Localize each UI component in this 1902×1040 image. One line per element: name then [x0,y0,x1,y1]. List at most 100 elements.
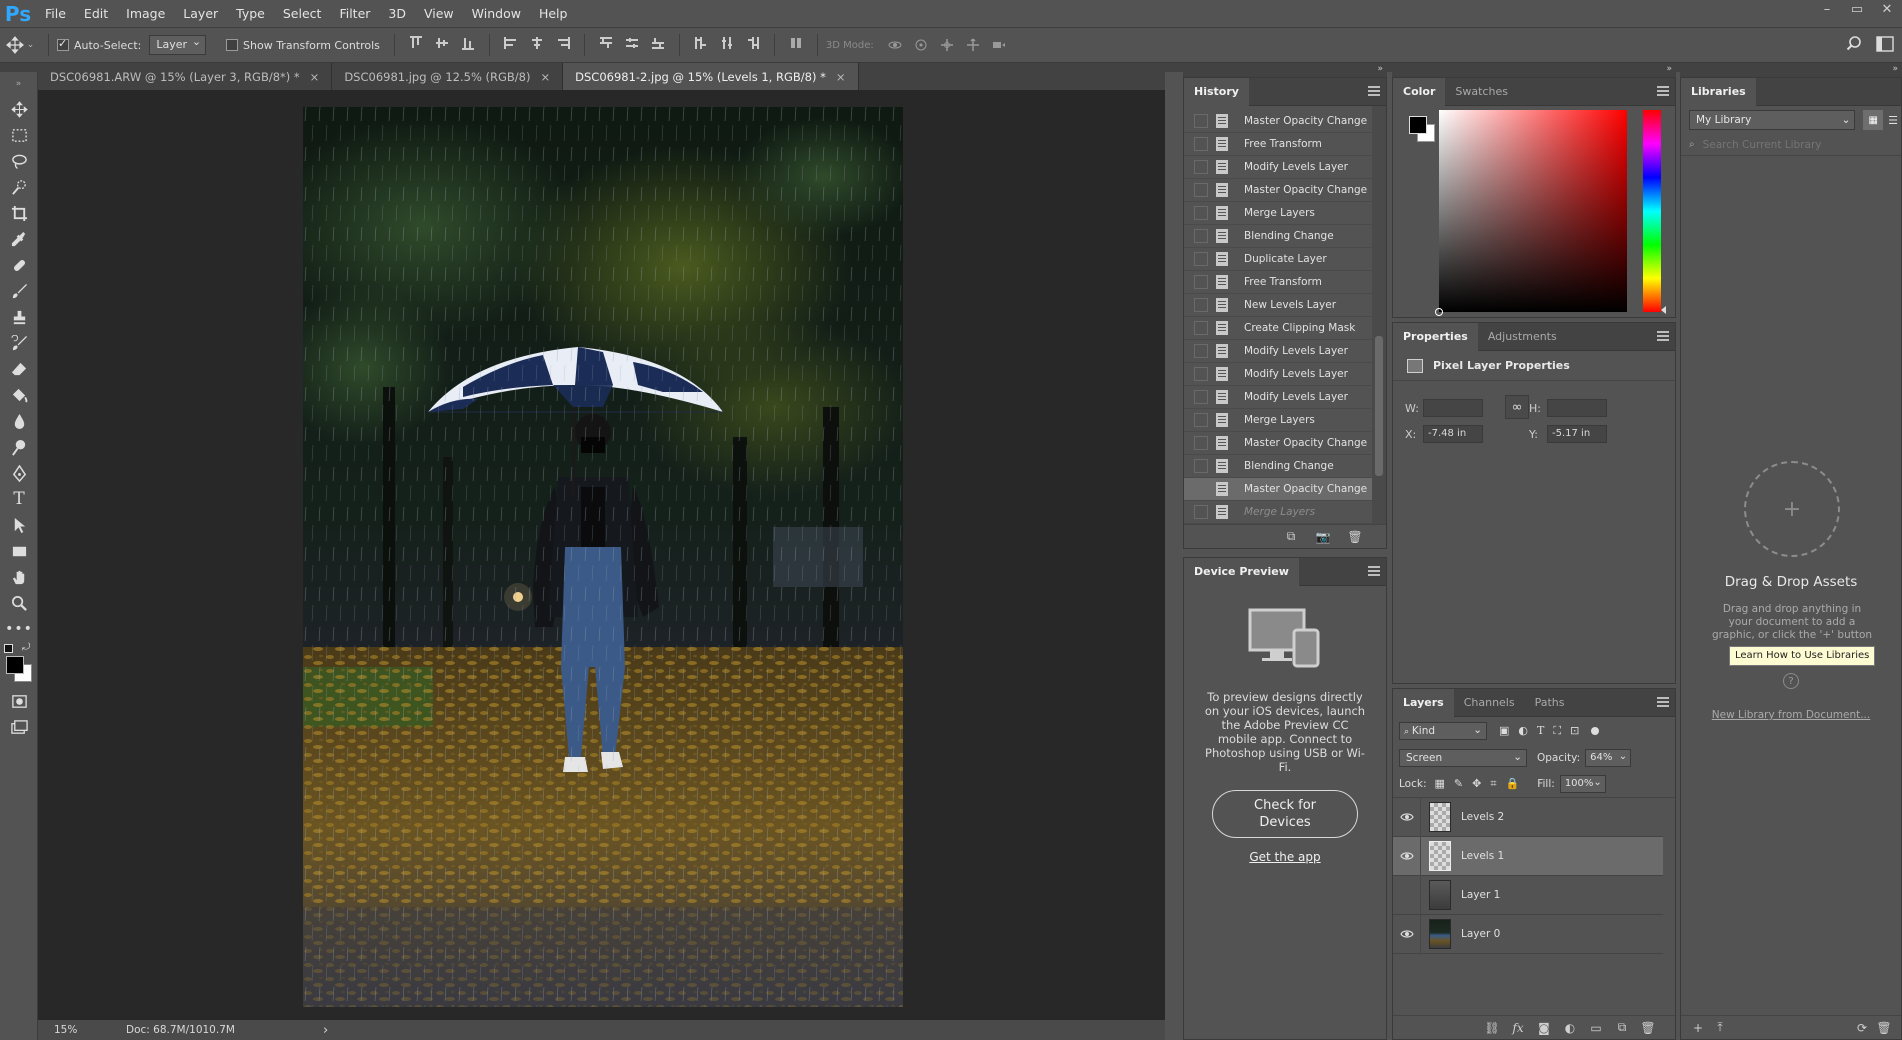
layer-row[interactable]: Layer 0 [1393,914,1663,954]
doc-tab-3[interactable]: DSC06981-2.jpg @ 15% (Levels 1, RGB/8) *… [563,63,859,90]
distribute-bottom-icon[interactable] [649,34,667,52]
eyedropper-tool-icon[interactable] [0,226,38,252]
snapshot-camera-icon[interactable]: 📷 [1316,530,1331,544]
history-source-checkbox[interactable] [1194,459,1208,473]
distribute-top-icon[interactable] [597,34,615,52]
search-icon[interactable] [1846,36,1862,55]
history-state-item[interactable]: Duplicate Layer [1184,248,1372,271]
tab-history[interactable]: History [1184,77,1249,106]
quick-mask-icon[interactable] [0,688,38,714]
menu-file[interactable]: File [36,0,75,27]
3d-roll-icon[interactable] [912,36,930,54]
history-state-item[interactable]: Free Transform [1184,133,1372,156]
hue-slider[interactable] [1643,110,1666,314]
x-field[interactable]: -7.48 in [1423,425,1483,443]
panel-menu-icon[interactable] [1368,86,1380,96]
lock-artboard-icon[interactable]: ⌗ [1490,777,1496,791]
restore-button[interactable]: ▭ [1842,0,1872,20]
height-field[interactable] [1547,399,1607,417]
align-right-edges-icon[interactable] [554,34,572,52]
layer-filter-kind-dropdown[interactable]: ⌕ Kind ⌄ [1399,721,1487,740]
eraser-tool-icon[interactable] [0,356,38,382]
history-source-checkbox[interactable] [1194,252,1208,266]
layer-row[interactable]: Levels 2 [1393,797,1663,837]
color-picker-cursor[interactable] [1435,308,1443,316]
menu-type[interactable]: Type [227,0,274,27]
history-source-checkbox[interactable] [1194,321,1208,335]
panel-collapse-strip-1[interactable]: » [1183,63,1387,77]
close-tab-icon[interactable]: × [836,70,846,84]
close-tab-icon[interactable]: × [310,70,320,84]
visibility-eye-icon[interactable] [1393,875,1421,915]
workspace-icon[interactable] [1876,36,1894,55]
menu-layer[interactable]: Layer [174,0,227,27]
new-document-from-state-icon[interactable]: ⧉ [1284,529,1298,544]
history-state-item[interactable]: Merge Layers [1184,501,1372,524]
delete-layer-icon[interactable]: 🗑 [1640,1021,1655,1035]
close-tab-icon[interactable]: × [541,70,551,84]
tab-swatches[interactable]: Swatches [1445,78,1518,106]
clone-stamp-tool-icon[interactable] [0,304,38,330]
tab-channels[interactable]: Channels [1454,689,1525,717]
layer-style-fx-icon[interactable]: fx [1511,1021,1525,1035]
lock-image-icon[interactable]: ✎ [1454,777,1463,791]
history-source-checkbox[interactable] [1194,275,1208,289]
add-mask-icon[interactable]: ◙ [1537,1021,1551,1035]
document-vertical-scrollbar[interactable] [1165,90,1183,1040]
history-state-item[interactable]: Create Clipping Mask [1184,317,1372,340]
libraries-trash-icon[interactable]: 🗑 [1876,1021,1891,1035]
crop-tool-icon[interactable] [0,200,38,226]
help-icon[interactable]: ? [1783,673,1799,689]
brush-tool-icon[interactable] [0,278,38,304]
link-dimensions-icon[interactable]: ∞ [1505,395,1529,419]
zoom-level[interactable]: 15% [38,1024,98,1036]
history-scroll-thumb[interactable] [1375,336,1383,476]
filter-pixel-icon[interactable]: ▣ [1499,724,1509,738]
auto-select-checkbox[interactable] [57,37,69,51]
marquee-tool-icon[interactable] [0,122,38,148]
new-layer-icon[interactable]: ⧉ [1615,1020,1629,1035]
move-tool-preset-icon[interactable]: ⌄ [0,36,40,54]
history-source-checkbox[interactable] [1194,344,1208,358]
tab-layers[interactable]: Layers [1393,688,1454,717]
history-source-checkbox[interactable] [1194,482,1208,496]
status-menu-arrow[interactable]: › [323,1023,328,1038]
more-tools-icon[interactable]: ••• [0,616,38,642]
add-asset-plus-circle[interactable]: + [1744,461,1840,557]
distribute-right-icon[interactable] [744,34,762,52]
auto-align-layers-icon[interactable] [787,34,805,52]
show-transform-checkbox[interactable] [226,39,239,51]
3d-slide-icon[interactable] [964,36,982,54]
width-field[interactable] [1423,399,1483,417]
menu-edit[interactable]: Edit [75,0,117,27]
history-source-checkbox[interactable] [1194,229,1208,243]
visibility-eye-icon[interactable] [1393,797,1421,837]
history-source-checkbox[interactable] [1194,137,1208,151]
menu-3d[interactable]: 3D [379,0,415,27]
history-source-checkbox[interactable] [1194,160,1208,174]
new-group-folder-icon[interactable]: ▭ [1589,1021,1603,1035]
history-source-checkbox[interactable] [1194,298,1208,312]
visibility-eye-icon[interactable] [1393,836,1421,876]
history-state-item[interactable]: Blending Change [1184,225,1372,248]
blend-mode-dropdown[interactable]: Screen ⌄ [1399,748,1527,767]
menu-filter[interactable]: Filter [330,0,379,27]
auto-select-dropdown[interactable]: Layer [149,33,207,55]
zoom-tool-icon[interactable] [0,590,38,616]
tab-adjustments[interactable]: Adjustments [1478,323,1567,351]
lock-transparent-icon[interactable]: ▦ [1434,777,1444,791]
swap-colors-icon[interactable]: ⤾ [22,642,30,653]
new-adjustment-layer-icon[interactable]: ◐ [1563,1021,1577,1035]
grid-view-icon[interactable]: ▦ [1863,110,1884,130]
3d-orbit-icon[interactable] [886,36,904,54]
panel-collapse-strip-2[interactable]: » [1392,63,1676,77]
blur-tool-icon[interactable] [0,408,38,434]
delete-state-icon[interactable]: 🗑 [1347,530,1362,544]
filter-type-icon[interactable]: T [1537,724,1544,738]
type-tool-icon[interactable]: T [0,486,38,512]
history-state-item[interactable]: Blending Change [1184,455,1372,478]
history-state-item[interactable]: Master Opacity Change [1184,110,1372,133]
paint-bucket-tool-icon[interactable] [0,382,38,408]
history-source-checkbox[interactable] [1194,183,1208,197]
hue-slider-handle[interactable] [1661,306,1666,314]
